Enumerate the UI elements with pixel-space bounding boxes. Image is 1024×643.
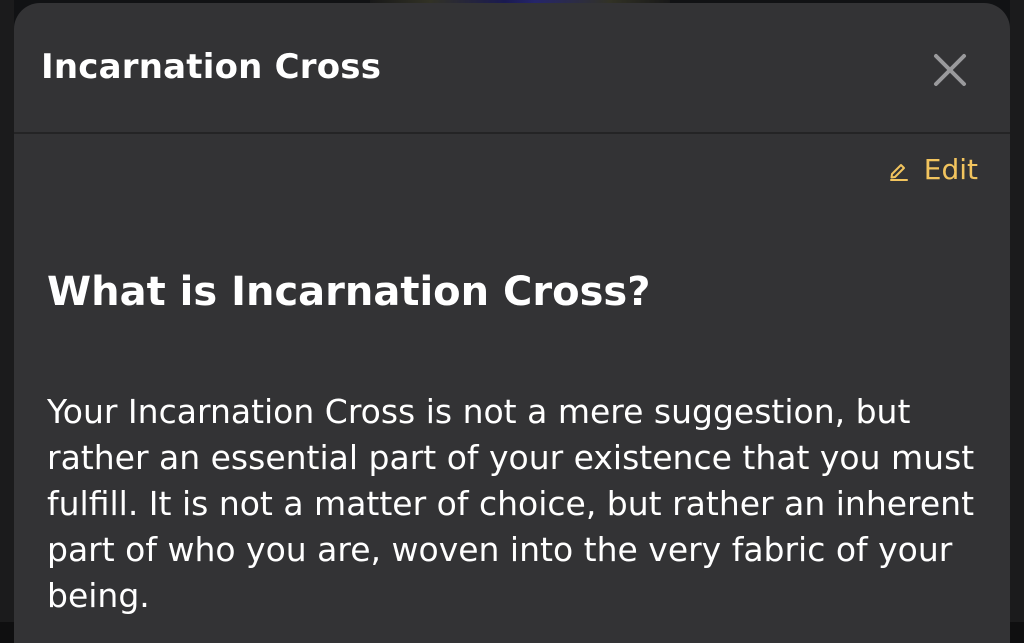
background-edge-left (0, 0, 14, 622)
modal-header: Incarnation Cross (14, 3, 1010, 134)
pencil-icon (889, 163, 908, 181)
edit-label: Edit (923, 153, 978, 186)
section-body-text: Your Incarnation Cross is not a mere sug… (47, 392, 975, 615)
info-modal-sheet: Incarnation Cross Edit What is Incarnati… (14, 3, 1010, 643)
close-icon (934, 54, 966, 86)
edit-button[interactable]: Edit (888, 153, 978, 186)
modal-title: Incarnation Cross (41, 47, 382, 87)
close-button[interactable] (930, 50, 970, 90)
section-heading: What is Incarnation Cross? (47, 269, 651, 315)
background-edge-right (1010, 0, 1024, 622)
